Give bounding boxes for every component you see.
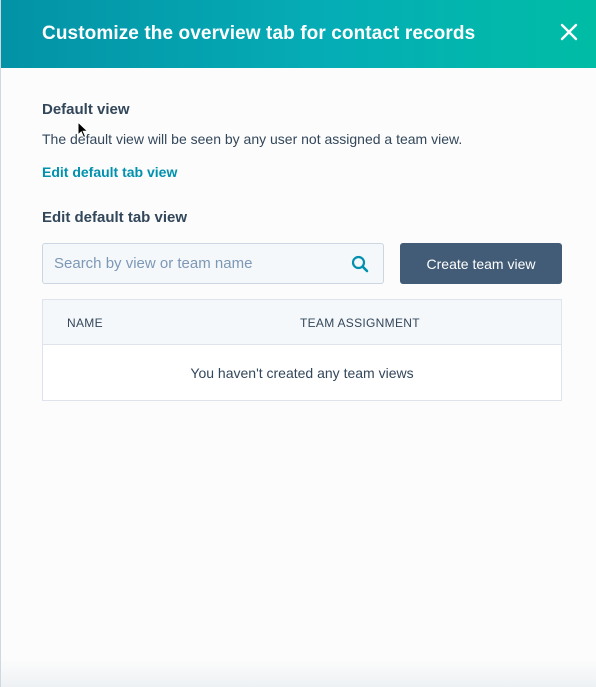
table-empty-message: You haven't created any team views (190, 364, 414, 381)
panel-title: Customize the overview tab for contact r… (42, 23, 476, 44)
edit-section-title: Edit default tab view (42, 209, 188, 226)
close-icon (560, 23, 578, 41)
search-icon[interactable] (351, 255, 369, 273)
column-header-name[interactable]: NAME (67, 316, 103, 330)
team-views-table: NAME TEAM ASSIGNMENT You haven't created… (42, 299, 562, 401)
panel-header: Customize the overview tab for contact r… (1, 0, 596, 68)
table-header: NAME TEAM ASSIGNMENT (43, 300, 561, 345)
customize-panel: Customize the overview tab for contact r… (0, 0, 596, 687)
mouse-pointer-icon (77, 121, 89, 139)
default-view-title: Default view (42, 101, 130, 118)
edit-default-tab-link[interactable]: Edit default tab view (42, 164, 177, 180)
close-button[interactable] (557, 20, 581, 44)
search-box[interactable] (42, 243, 384, 284)
create-team-view-button[interactable]: Create team view (400, 243, 562, 284)
search-input[interactable] (54, 255, 344, 272)
column-header-team-assignment[interactable]: TEAM ASSIGNMENT (300, 316, 420, 330)
footer-shadow (1, 659, 596, 687)
default-view-description: The default view will be seen by any use… (42, 131, 463, 147)
